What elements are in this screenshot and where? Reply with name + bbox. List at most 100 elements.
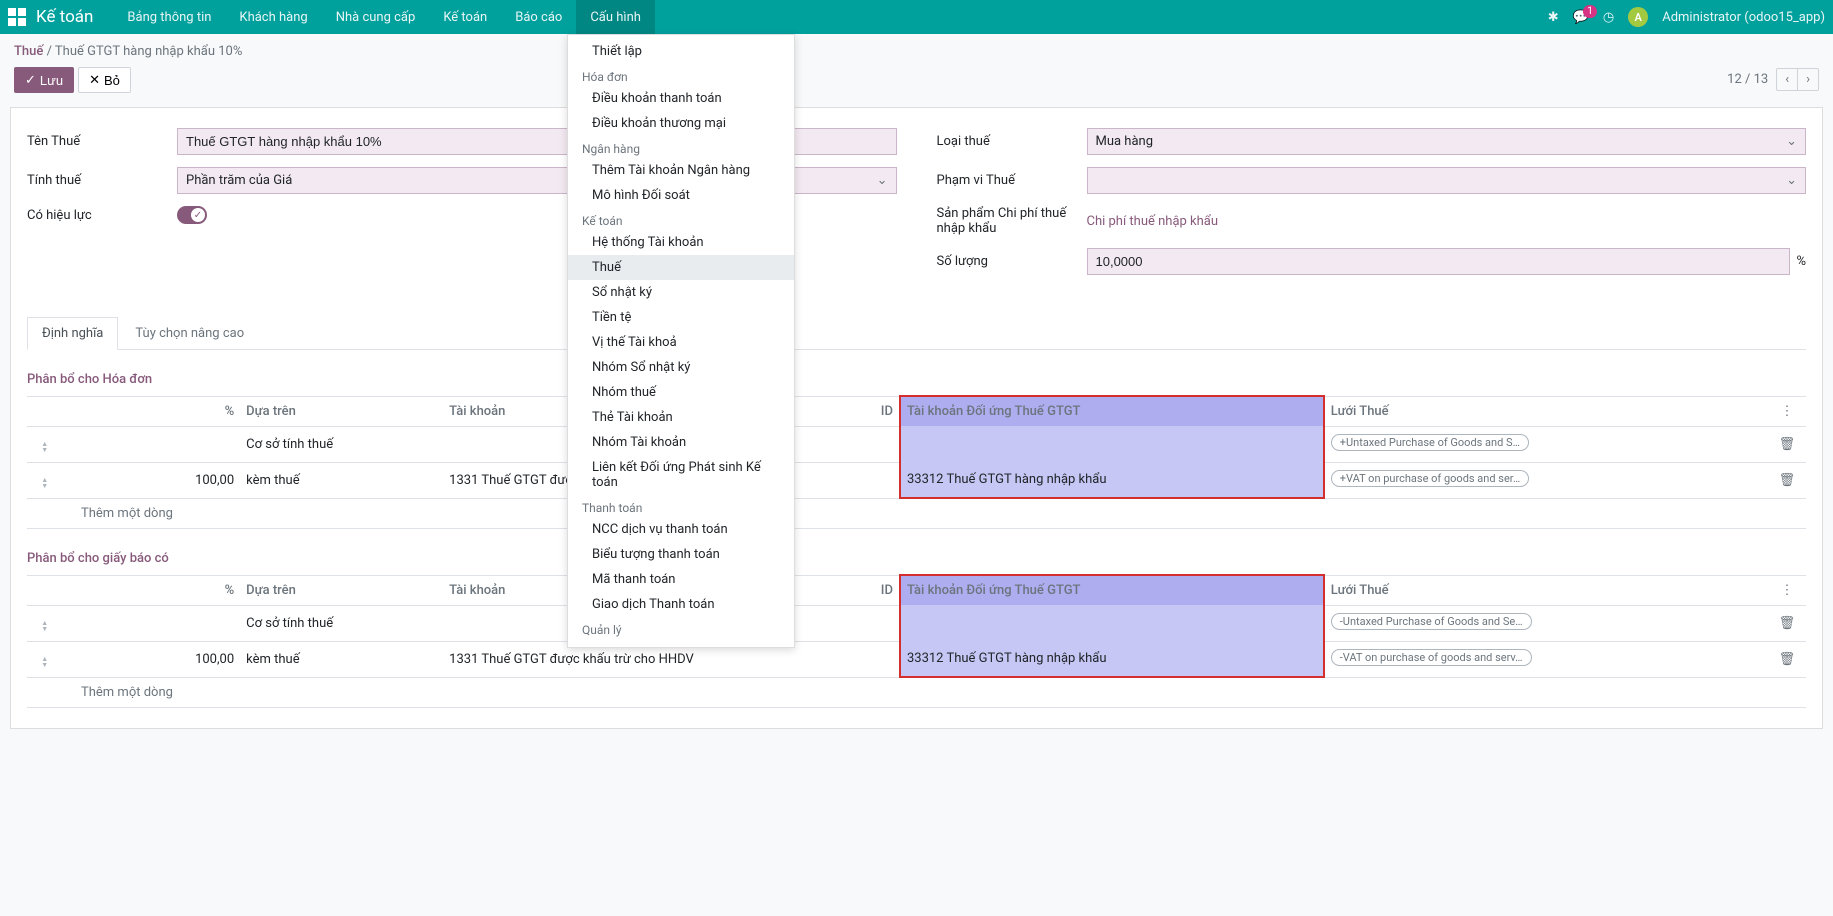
- tax-grid-tag[interactable]: -VAT on purchase of goods and serv…: [1331, 649, 1532, 666]
- nav-vendors[interactable]: Nhà cung cấp: [322, 0, 430, 34]
- nav-report[interactable]: Báo cáo: [501, 0, 576, 34]
- dd-add-bank[interactable]: Thêm Tài khoản Ngân hàng: [568, 158, 794, 183]
- drag-handle-icon[interactable]: ▲▼: [41, 656, 48, 668]
- tabs: Định nghĩa Tùy chọn nâng cao: [27, 317, 1806, 350]
- table-row[interactable]: ▲▼ 100,00 kèm thuế 1331 Thuế GTGT được k…: [27, 462, 1806, 498]
- drag-handle-icon[interactable]: ▲▼: [41, 477, 48, 489]
- breadcrumb-root[interactable]: Thuế: [14, 44, 43, 59]
- th-menu[interactable]: ⋮: [1768, 575, 1806, 605]
- th-menu[interactable]: ⋮: [1768, 396, 1806, 426]
- add-line[interactable]: Thêm một dòng: [27, 498, 1806, 529]
- dd-payment-icons[interactable]: Biểu tượng thanh toán: [568, 542, 794, 567]
- breadcrumb-sep: /: [47, 44, 55, 59]
- tax-type-select[interactable]: Mua hàng⌄: [1087, 128, 1807, 155]
- trash-icon[interactable]: 🗑: [1768, 462, 1806, 498]
- table-row[interactable]: ▲▼ Cơ sở tính thuế +Untaxed Purchase of …: [27, 426, 1806, 462]
- top-nav: Kế toán Bảng thông tin Khách hàng Nhà cu…: [0, 0, 1833, 34]
- dd-payment-trans[interactable]: Giao dịch Thanh toán: [568, 592, 794, 617]
- tax-product-link[interactable]: Chi phí thuế nhập khẩu: [1087, 214, 1219, 229]
- tax-amount-suffix: %: [1796, 254, 1806, 269]
- dd-fiscal-pos[interactable]: Vị thế Tài khoả: [568, 330, 794, 355]
- tax-type-label: Loại thuế: [937, 134, 1087, 149]
- th-based: Dựa trên: [240, 396, 443, 426]
- config-dropdown: Thiết lập Hóa đơn Điều khoản thanh toán …: [567, 34, 795, 648]
- nav-config[interactable]: Cấu hình: [576, 0, 655, 34]
- th-grid: Lưới Thuế: [1324, 575, 1768, 605]
- breadcrumb-current: Thuế GTGT hàng nhập khẩu 10%: [55, 44, 242, 59]
- refund-dist-title: Phân bổ cho giấy báo có: [27, 551, 1806, 566]
- dd-full-recon[interactable]: Liên kết Đối ứng Phát sinh Kế toán: [568, 455, 794, 495]
- discard-button[interactable]: ✕ Bỏ: [78, 67, 131, 93]
- th-id: ID: [824, 396, 900, 426]
- dd-account-groups[interactable]: Nhóm Tài khoản: [568, 430, 794, 455]
- dd-coa[interactable]: Hệ thống Tài khoản: [568, 230, 794, 255]
- tax-amount-label: Số lượng: [937, 254, 1087, 269]
- user-name[interactable]: Administrator (odoo15_app): [1662, 10, 1825, 25]
- pager-prev[interactable]: ‹: [1777, 69, 1798, 90]
- nav-customers[interactable]: Khách hàng: [225, 0, 321, 34]
- dd-tax-groups[interactable]: Nhóm thuế: [568, 380, 794, 405]
- dd-header-accounting: Kế toán: [568, 208, 794, 230]
- bug-icon[interactable]: ✱: [1548, 10, 1559, 25]
- th-counter: Tài khoản Đối ứng Thuế GTGT: [900, 396, 1324, 426]
- dd-recon-model[interactable]: Mô hình Đối soát: [568, 183, 794, 208]
- th-pct: %: [63, 396, 241, 426]
- dd-account-tags[interactable]: Thẻ Tài khoản: [568, 405, 794, 430]
- activity-icon[interactable]: ◷: [1603, 10, 1614, 25]
- trash-icon[interactable]: 🗑: [1768, 605, 1806, 641]
- tax-active-label: Có hiệu lực: [27, 208, 177, 223]
- dd-header-bank: Ngân hàng: [568, 136, 794, 158]
- tax-grid-tag[interactable]: +VAT on purchase of goods and ser…: [1331, 470, 1529, 487]
- th-grid: Lưới Thuế: [1324, 396, 1768, 426]
- dd-header-mgmt: Quản lý: [568, 617, 794, 639]
- th-id: ID: [824, 575, 900, 605]
- dd-payment-providers[interactable]: NCC dịch vụ thanh toán: [568, 517, 794, 542]
- button-bar: ✓ Lưu ✕ Bỏ 12 / 13 ‹ ›: [0, 65, 1833, 99]
- table-row[interactable]: ▲▼ Cơ sở tính thuế -Untaxed Purchase of …: [27, 605, 1806, 641]
- tax-name-label: Tên Thuế: [27, 134, 177, 149]
- pager-text[interactable]: 12 / 13: [1727, 72, 1768, 87]
- th-based: Dựa trên: [240, 575, 443, 605]
- nav-dashboard[interactable]: Bảng thông tin: [113, 0, 225, 34]
- nav-accounting[interactable]: Kế toán: [429, 0, 501, 34]
- form-sheet: Tên Thuế Tính thuế Phần trăm của Giá⌄ Có…: [10, 107, 1823, 729]
- pager-next[interactable]: ›: [1798, 69, 1818, 90]
- control-bar: Thuế / Thuế GTGT hàng nhập khẩu 10%: [0, 34, 1833, 65]
- trash-icon[interactable]: 🗑: [1768, 426, 1806, 462]
- drag-handle-icon[interactable]: ▲▼: [41, 620, 48, 632]
- chat-icon[interactable]: 💬1: [1573, 10, 1589, 25]
- dd-payment-tokens[interactable]: Mã thanh toán: [568, 567, 794, 592]
- avatar[interactable]: A: [1628, 7, 1648, 27]
- th-counter: Tài khoản Đối ứng Thuế GTGT: [900, 575, 1324, 605]
- trash-icon[interactable]: 🗑: [1768, 641, 1806, 677]
- tax-active-toggle[interactable]: [177, 206, 207, 224]
- tax-calc-label: Tính thuế: [27, 173, 177, 188]
- save-button[interactable]: ✓ Lưu: [14, 67, 74, 93]
- tab-definition[interactable]: Định nghĩa: [27, 317, 118, 350]
- tax-scope-label: Phạm vi Thuế: [937, 173, 1087, 188]
- dd-header-invoice: Hóa đơn: [568, 64, 794, 86]
- tax-grid-tag[interactable]: +Untaxed Purchase of Goods and S…: [1331, 434, 1529, 451]
- tax-grid-tag[interactable]: -Untaxed Purchase of Goods and Se…: [1331, 613, 1532, 630]
- dd-currencies[interactable]: Tiền tệ: [568, 305, 794, 330]
- tax-scope-select[interactable]: ⌄: [1087, 167, 1807, 194]
- add-line[interactable]: Thêm một dòng: [27, 677, 1806, 708]
- dd-journal-groups[interactable]: Nhóm Sổ nhật ký: [568, 355, 794, 380]
- tax-product-label: Sản phẩm Chi phí thuế nhập khẩu: [937, 206, 1087, 236]
- dd-header-payments: Thanh toán: [568, 495, 794, 517]
- refund-dist-table: % Dựa trên Tài khoản ID Tài khoản Đối ứn…: [27, 574, 1806, 708]
- dd-journals[interactable]: Sổ nhật ký: [568, 280, 794, 305]
- table-row[interactable]: ▲▼ 100,00 kèm thuế 1331 Thuế GTGT được k…: [27, 641, 1806, 677]
- tab-advanced[interactable]: Tùy chọn nâng cao: [120, 317, 259, 349]
- dd-taxes[interactable]: Thuế: [568, 255, 794, 280]
- chat-badge: 1: [1583, 5, 1597, 18]
- invoice-dist-title: Phân bổ cho Hóa đơn: [27, 372, 1806, 387]
- th-pct: %: [63, 575, 241, 605]
- tax-amount-input[interactable]: [1087, 248, 1791, 275]
- dd-payment-terms[interactable]: Điều khoản thanh toán: [568, 86, 794, 111]
- apps-icon[interactable]: [8, 8, 26, 26]
- drag-handle-icon[interactable]: ▲▼: [41, 441, 48, 453]
- invoice-dist-table: % Dựa trên Tài khoản ID Tài khoản Đối ứn…: [27, 395, 1806, 529]
- dd-settings[interactable]: Thiết lập: [568, 39, 794, 64]
- dd-incoterms[interactable]: Điều khoản thương mại: [568, 111, 794, 136]
